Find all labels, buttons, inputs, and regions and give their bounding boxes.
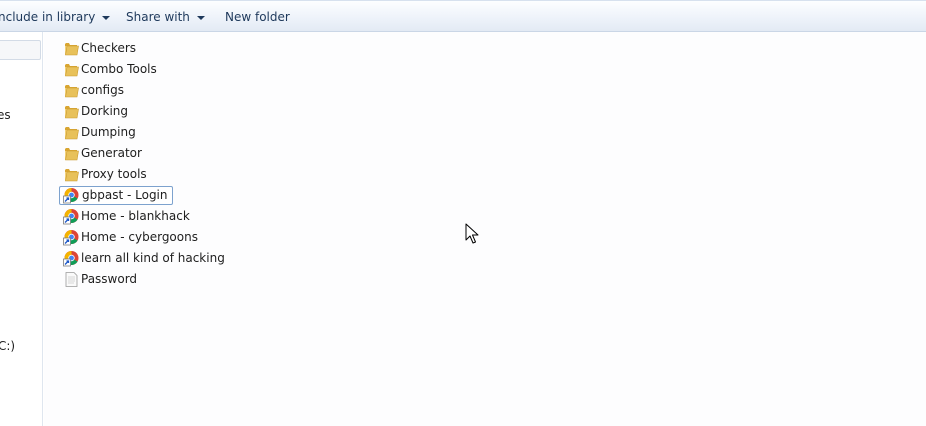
chevron-down-icon xyxy=(196,15,205,20)
file-name-label: Generator xyxy=(81,146,142,160)
file-name-label: configs xyxy=(81,83,124,97)
file-name-label: Home - cybergoons xyxy=(81,230,198,244)
folder-icon xyxy=(63,103,80,120)
nav-header-box[interactable] xyxy=(0,40,41,60)
file-name-label: Dumping xyxy=(81,125,136,139)
nav-item-partial-drive[interactable]: C:) xyxy=(0,339,15,353)
chrome-shortcut-icon xyxy=(63,229,80,246)
new-folder-label: New folder xyxy=(225,10,290,24)
folder-icon xyxy=(63,124,80,141)
folder-icon xyxy=(63,145,80,162)
file-name-label: Combo Tools xyxy=(81,62,157,76)
chrome-shortcut-icon xyxy=(63,187,80,204)
mouse-cursor-icon xyxy=(465,223,479,244)
folder-icon xyxy=(63,40,80,57)
navigation-pane: es C:) xyxy=(0,32,43,426)
include-in-library-button[interactable]: nclude in library xyxy=(0,9,111,25)
folder-icon xyxy=(63,61,80,78)
folder-icon xyxy=(63,82,80,99)
file-name-label: Home - blankhack xyxy=(81,209,190,223)
include-in-library-label: nclude in library xyxy=(0,10,96,24)
file-name-label: Proxy tools xyxy=(81,167,147,181)
file-name-label: learn all kind of hacking xyxy=(81,251,225,265)
chevron-down-icon xyxy=(102,15,111,20)
nav-item-partial-1[interactable]: es xyxy=(0,108,11,122)
command-toolbar: nclude in library Share with New folder xyxy=(0,0,926,32)
file-name-label: Dorking xyxy=(81,104,129,118)
folder-icon xyxy=(63,166,80,183)
file-list-pane: Checkers Combo Tools configs Dorking Dumping… xyxy=(44,32,926,426)
file-name-label: Password xyxy=(81,272,138,286)
share-with-button[interactable]: Share with xyxy=(126,9,205,25)
file-name-label: Checkers xyxy=(81,41,137,55)
share-with-label: Share with xyxy=(126,10,190,24)
chrome-shortcut-icon xyxy=(63,250,80,267)
chrome-shortcut-icon xyxy=(63,208,80,225)
text-file-icon xyxy=(63,271,80,288)
new-folder-button[interactable]: New folder xyxy=(225,9,290,25)
